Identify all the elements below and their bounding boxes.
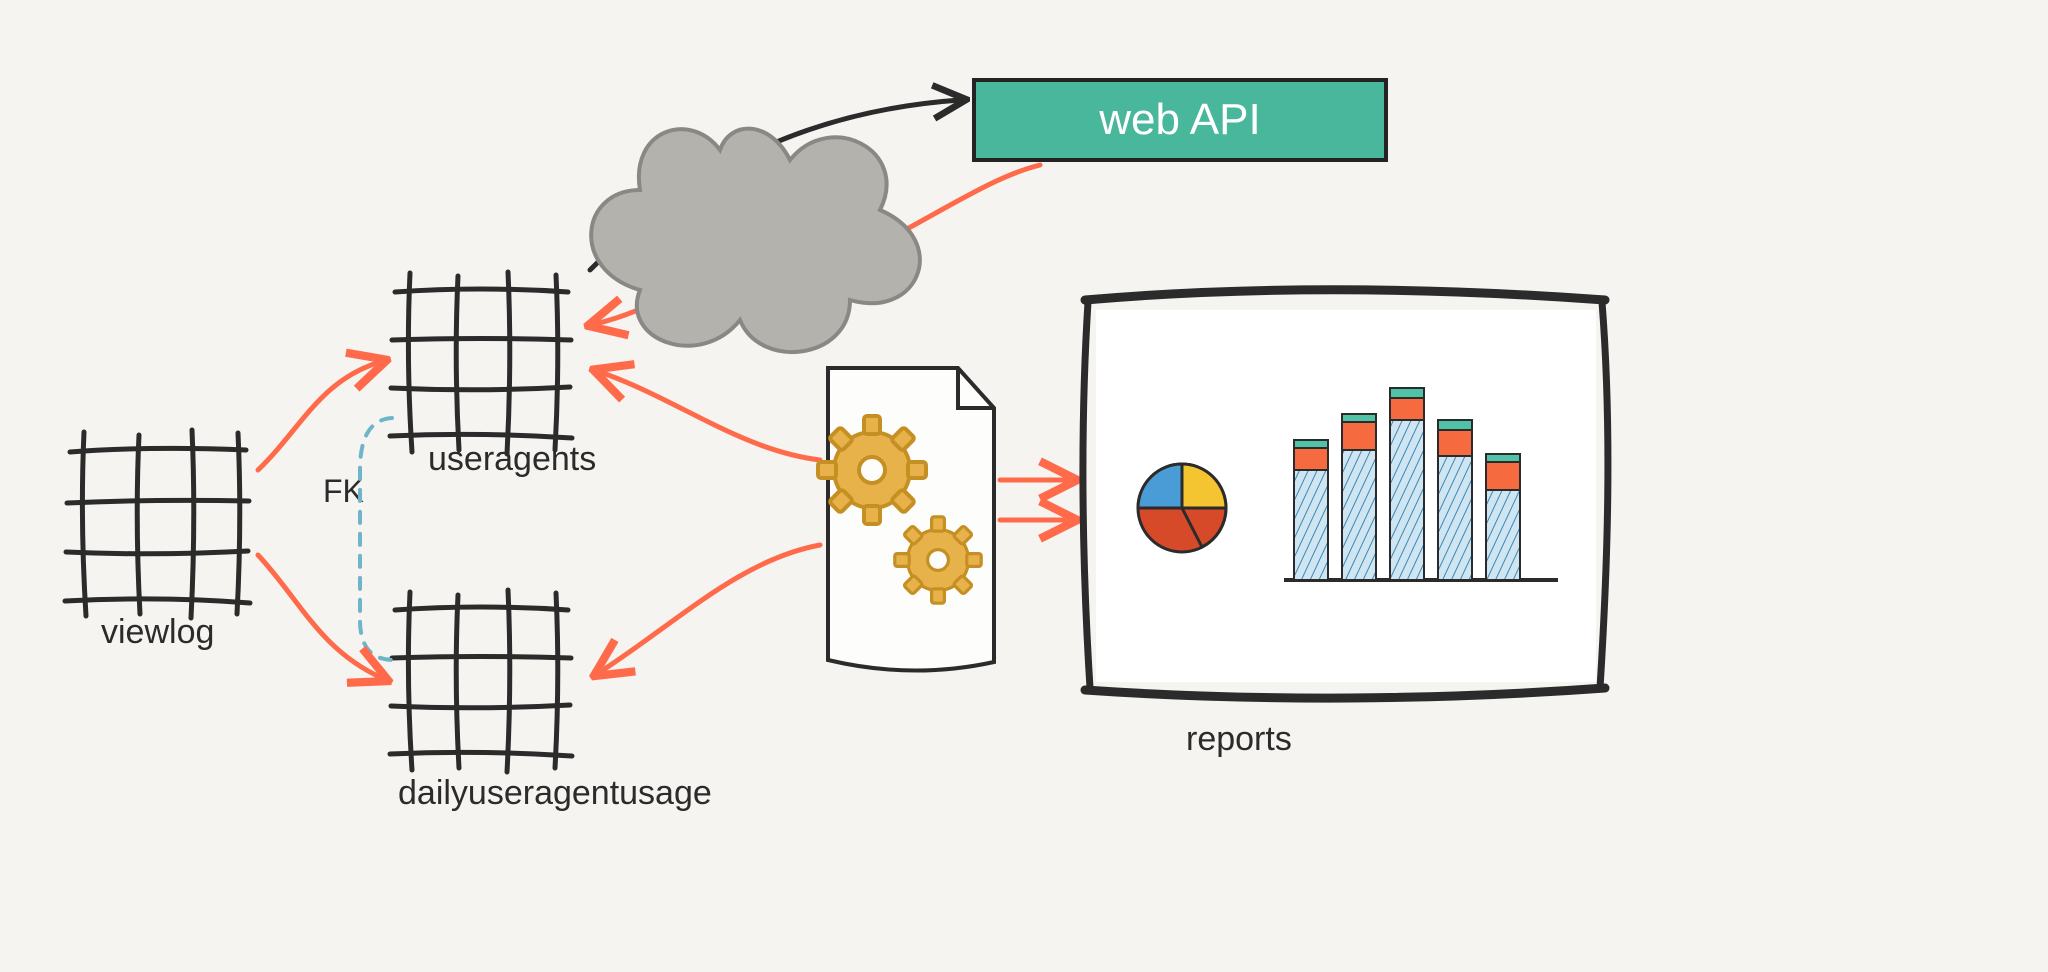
gear-icon-small: [895, 517, 981, 603]
useragents-table-icon: [390, 272, 572, 454]
process-document-icon: [818, 368, 994, 671]
architecture-diagram: { "nodes": { "viewlog": { "label": "view…: [0, 0, 2048, 972]
diagram-svg: [0, 0, 2048, 972]
pie-chart-icon: [1138, 464, 1226, 552]
cloud-icon: [591, 129, 920, 352]
gear-icon: [818, 416, 926, 524]
fk-link: [360, 418, 394, 660]
dailyuseragentusage-table-icon: [390, 590, 572, 772]
viewlog-table-icon: [65, 430, 250, 618]
reports-panel: [1083, 290, 1608, 698]
